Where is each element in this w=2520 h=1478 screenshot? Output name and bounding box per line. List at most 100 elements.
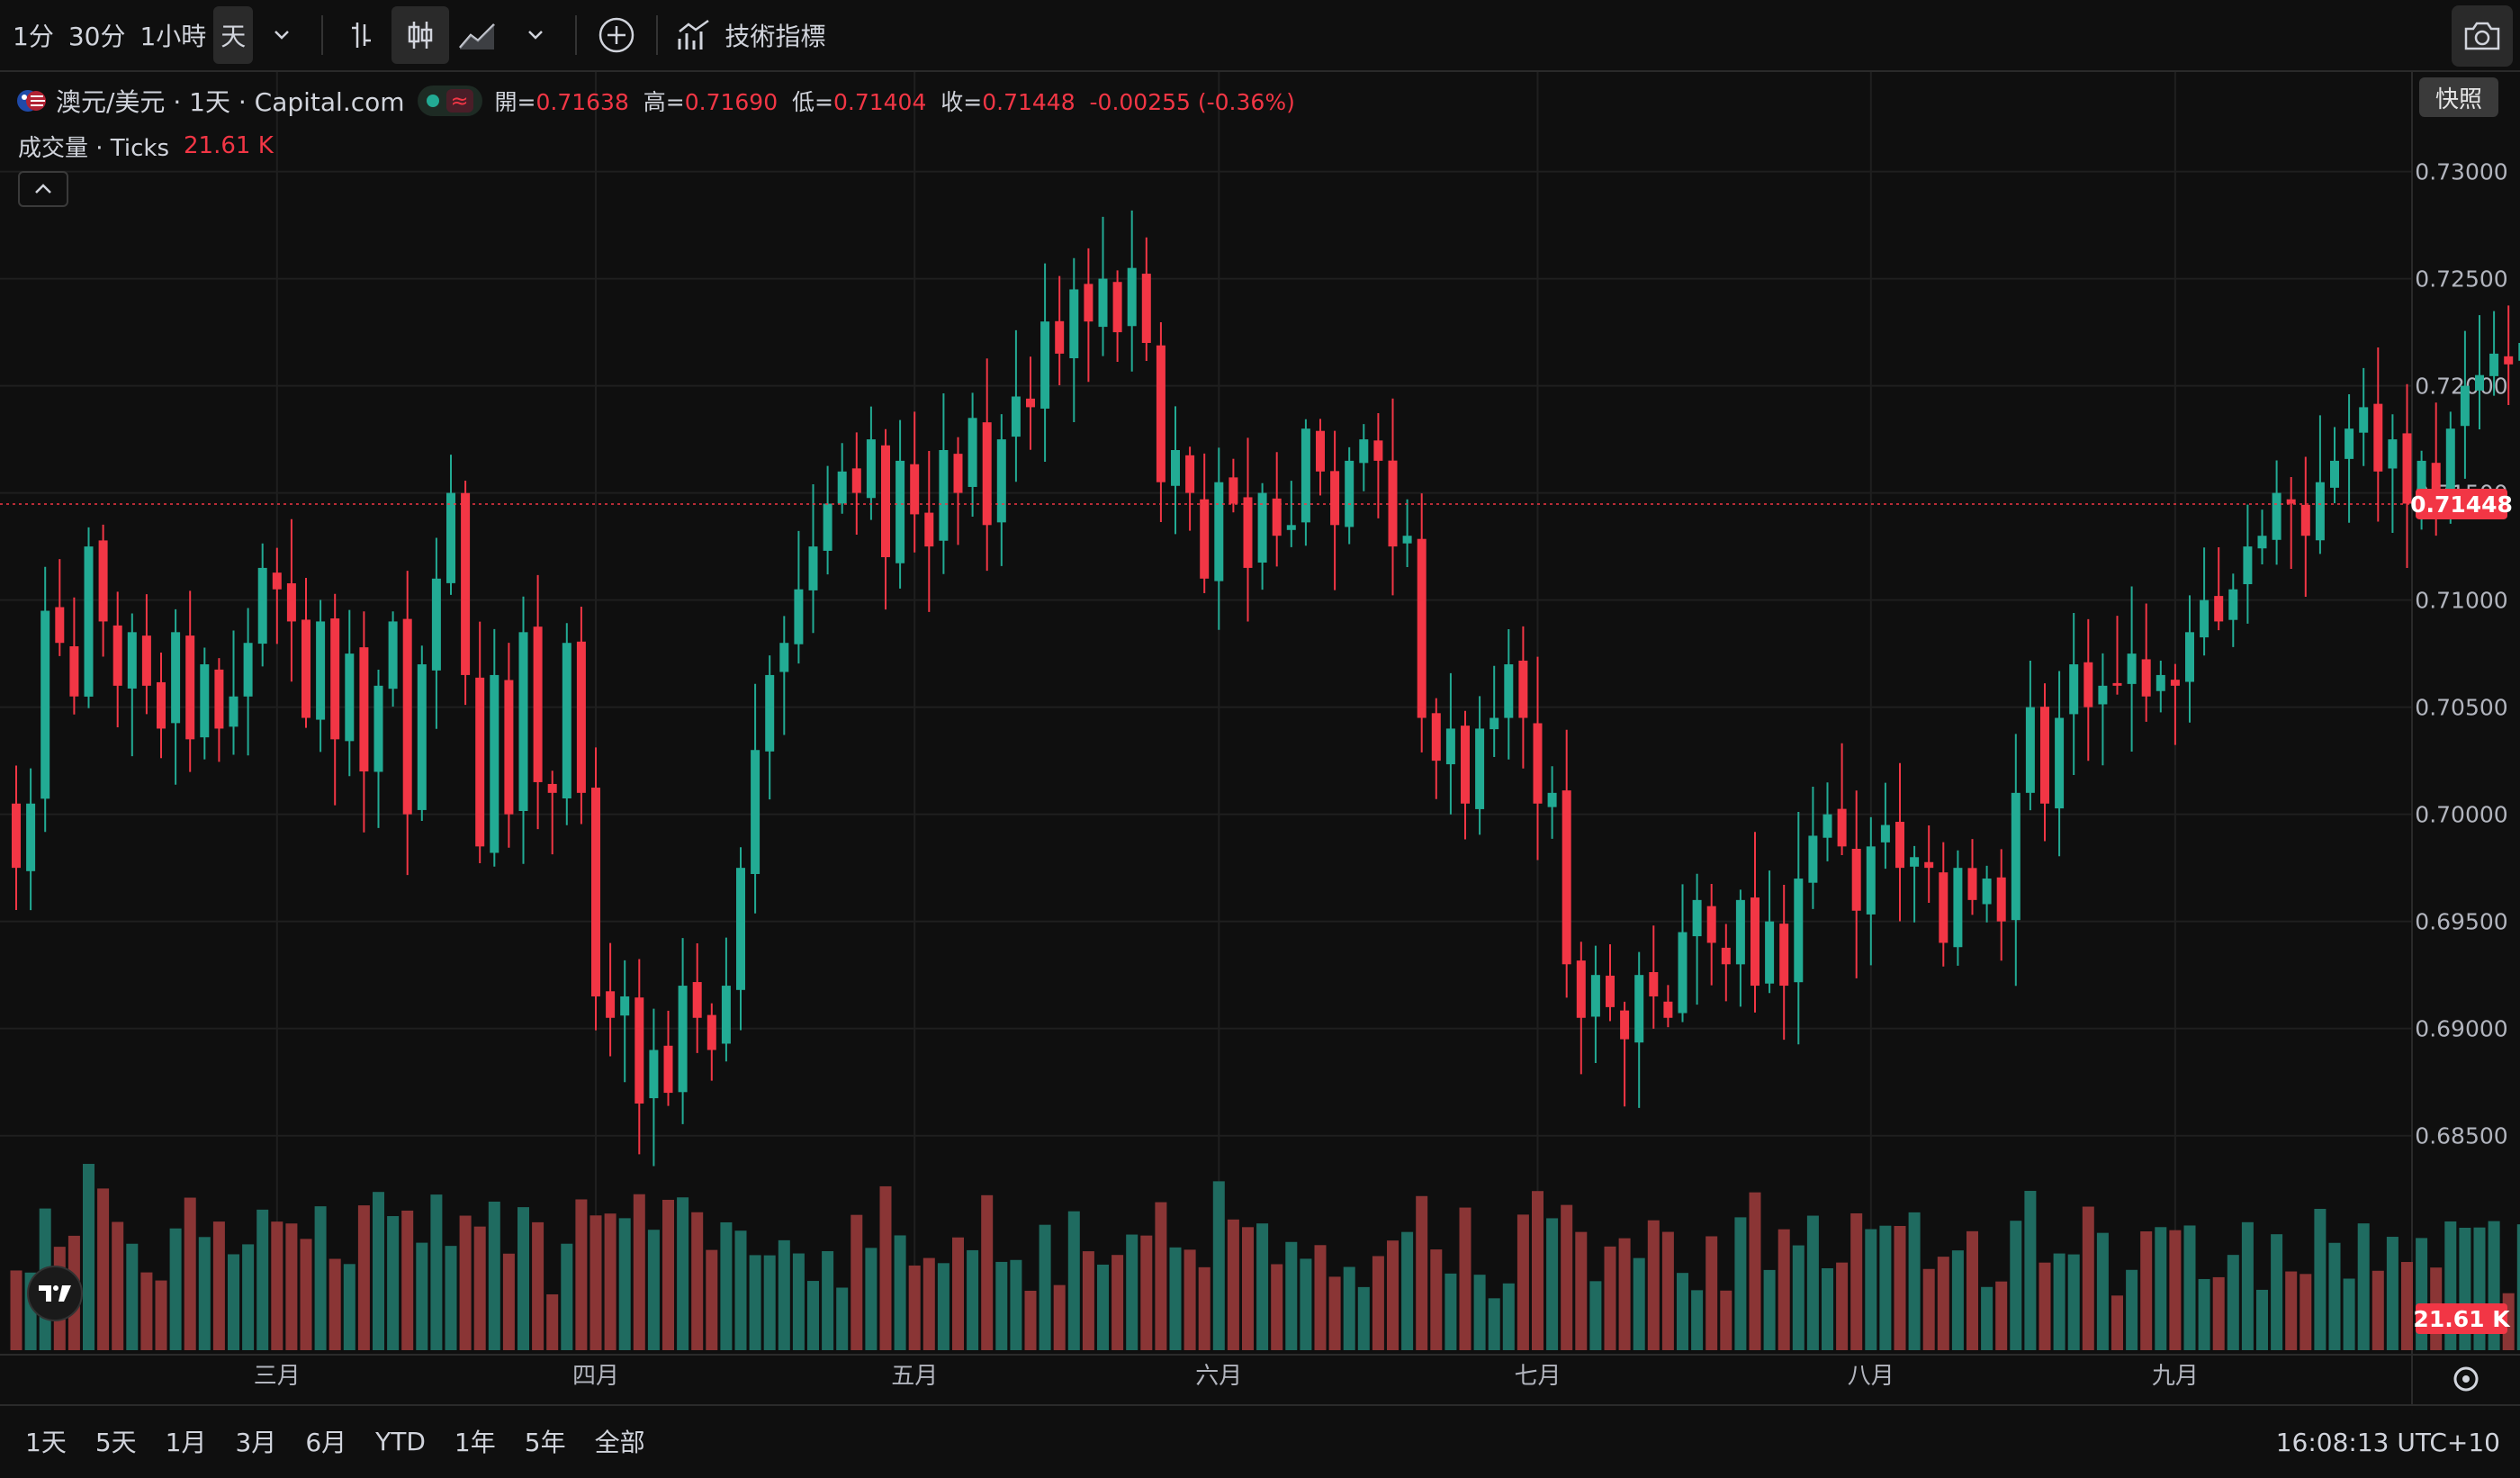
settings-gear-icon[interactable] (2448, 1361, 2484, 1397)
tradingview-logo[interactable] (27, 1266, 83, 1321)
interval-1min[interactable]: 1分 (5, 6, 61, 64)
last-price-label: 0.71448 (2410, 491, 2513, 518)
candle-body (1330, 471, 1340, 526)
candle-chart-type-button[interactable] (392, 6, 450, 64)
candle-body (1286, 525, 1296, 530)
candle-body (2055, 717, 2065, 809)
timezone-clock[interactable]: 16:08:13 UTC+10 (2276, 1406, 2500, 1478)
candle-body (1880, 825, 1890, 843)
candle-body (1518, 660, 1528, 718)
range-all[interactable]: 全部 (580, 1414, 660, 1468)
range-ytd[interactable]: YTD (361, 1414, 440, 1468)
area-chart-type-button[interactable] (449, 6, 507, 64)
volume-bar (1778, 1229, 1790, 1350)
y-axis-tick-label: 0.72500 (2415, 266, 2507, 293)
volume-bar (2053, 1253, 2066, 1350)
candle-body (576, 641, 586, 793)
candle-body (1243, 497, 1253, 568)
candle-body (1924, 861, 1934, 869)
collapse-legend-button[interactable] (18, 171, 68, 207)
candle-body (939, 450, 949, 541)
candle-body (518, 632, 528, 811)
candle-body (736, 868, 745, 990)
volume-bar (1155, 1202, 1167, 1350)
candle-body (808, 546, 818, 590)
volume-bar (459, 1215, 472, 1350)
volume-bar (2198, 1278, 2210, 1350)
volume-label[interactable]: 成交量 · Ticks (18, 130, 169, 163)
low-label: 低= (792, 89, 833, 115)
plus-circle-icon (599, 17, 634, 53)
volume-bar (198, 1237, 211, 1350)
candle-body (1895, 821, 1904, 869)
volume-bar (242, 1244, 255, 1350)
candle-body (55, 607, 65, 644)
candle-body (257, 567, 267, 644)
volume-bar (590, 1215, 602, 1350)
range-5d[interactable]: 5天 (81, 1414, 151, 1468)
candle-body (982, 422, 992, 526)
range-6m[interactable]: 6月 (291, 1414, 361, 1468)
chevron-up-icon (35, 184, 51, 194)
range-3m[interactable]: 3月 (220, 1414, 291, 1468)
date-range-selector: 1天 5天 1月 3月 6月 YTD 1年 5年 全部 (11, 1414, 660, 1468)
snapshot-button[interactable] (2452, 5, 2513, 67)
volume-legend: 成交量 · Ticks 21.61 K (18, 130, 274, 162)
candle-body (1127, 267, 1137, 327)
candle-body (1316, 430, 1325, 472)
candle-body (2388, 439, 2398, 469)
volume-bar (2038, 1262, 2051, 1350)
volume-bar (1937, 1257, 1949, 1350)
volume-bar (807, 1281, 819, 1350)
candle-body (1098, 278, 1108, 328)
volume-bar (2212, 1276, 2225, 1350)
volume-bar (532, 1221, 544, 1350)
symbol-title[interactable]: 澳元/美元 · 1天 · Capital.com (56, 83, 405, 119)
bar-chart-type-button[interactable] (334, 6, 392, 64)
area-chart-icon (459, 23, 496, 50)
price-chart[interactable]: 0.730000.725000.720000.715000.710000.705… (0, 72, 2520, 1404)
range-1y[interactable]: 1年 (440, 1414, 510, 1468)
range-1d[interactable]: 1天 (11, 1414, 81, 1468)
volume-bar (1792, 1245, 1804, 1350)
candle-body (2084, 662, 2093, 707)
candle-body (1228, 477, 1238, 504)
y-axis-tick-label: 0.69000 (2415, 1016, 2507, 1042)
volume-bar (1140, 1235, 1153, 1350)
candle-body (1461, 725, 1470, 804)
candle-body (924, 512, 934, 547)
candle-body (141, 635, 151, 686)
candle-body (1402, 536, 1412, 544)
interval-1day[interactable]: 天 (213, 6, 254, 64)
y-axis-tick-label: 0.70500 (2415, 695, 2507, 721)
candle-body (1040, 321, 1050, 409)
low-value: 0.71404 (832, 89, 927, 115)
volume-bar (1416, 1195, 1428, 1350)
candle-body (2445, 428, 2455, 498)
volume-bar (1516, 1214, 1529, 1350)
candle-body (417, 664, 427, 810)
range-5y[interactable]: 5年 (510, 1414, 580, 1468)
interval-dropdown[interactable] (253, 6, 310, 64)
volume-bar (1966, 1230, 1978, 1350)
interval-1hour[interactable]: 1小時 (132, 6, 213, 64)
candle-body (504, 680, 514, 815)
volume-bar (445, 1246, 457, 1350)
volume-bar (1053, 1284, 1066, 1350)
volume-bar (2010, 1221, 2022, 1350)
volume-bar (357, 1205, 370, 1350)
tradingview-logo-icon (39, 1285, 71, 1302)
candle-body (692, 982, 702, 1018)
compare-symbol-button[interactable] (588, 6, 645, 64)
indicators-button[interactable]: 技術指標 (669, 6, 832, 64)
camera-icon (2464, 22, 2500, 50)
volume-bar (1502, 1283, 1515, 1350)
market-status-pill[interactable]: ≈ (417, 86, 482, 116)
interval-30min[interactable]: 30分 (61, 6, 133, 64)
candle-body (2272, 492, 2282, 540)
volume-bar (1010, 1259, 1022, 1350)
candle-body (402, 618, 412, 815)
chart-type-dropdown[interactable] (507, 6, 564, 64)
volume-bar (430, 1194, 443, 1350)
range-1m[interactable]: 1月 (151, 1414, 221, 1468)
